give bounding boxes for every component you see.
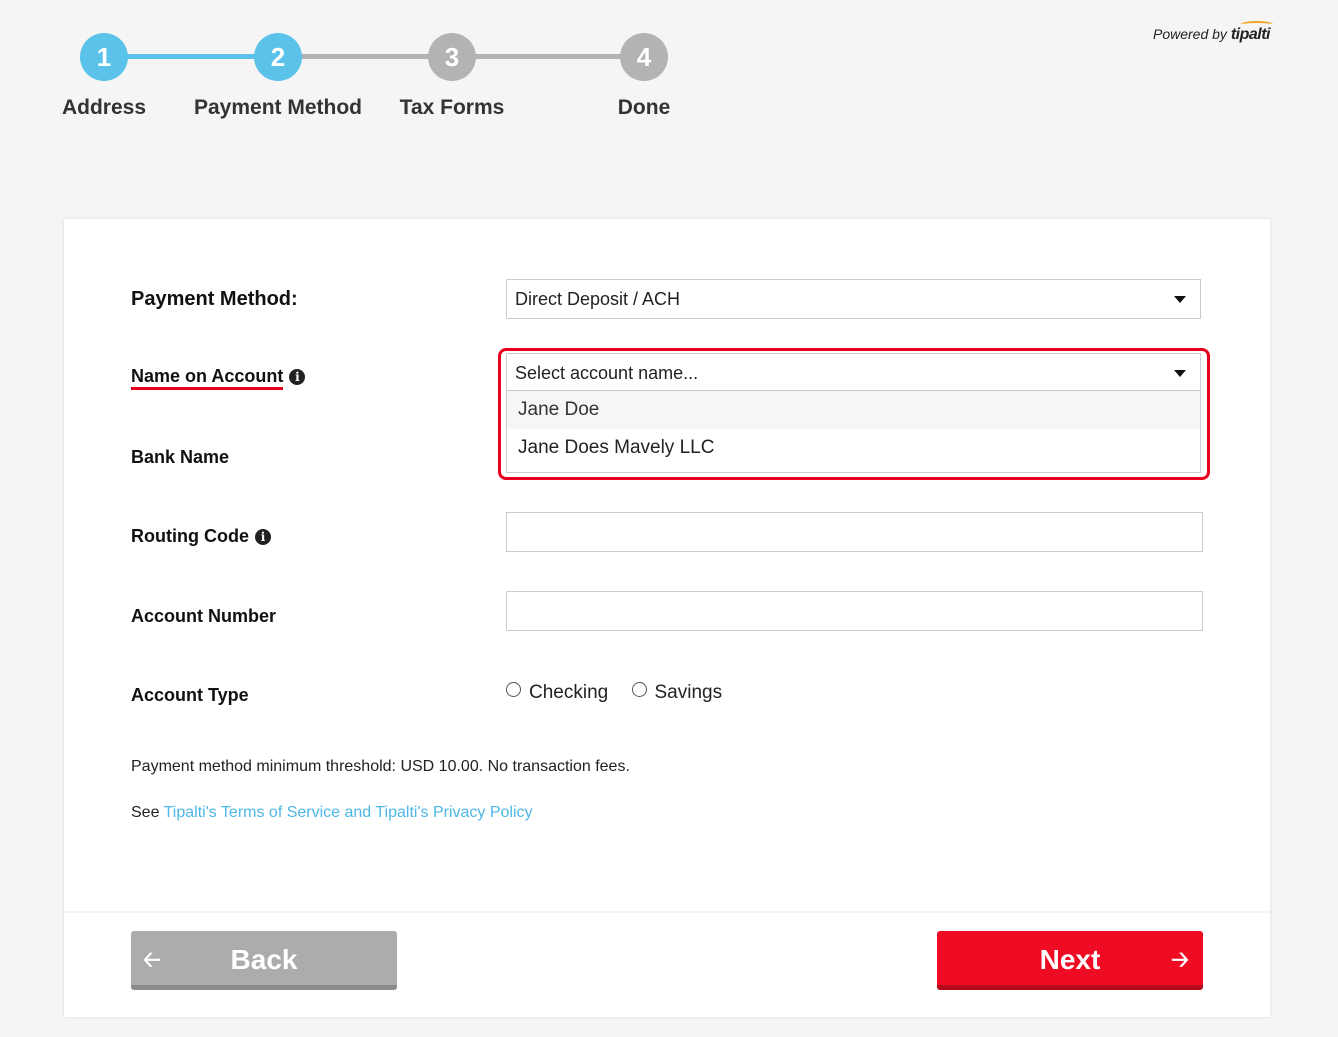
bank-name-label: Bank Name: [131, 447, 230, 467]
name-on-account-placeholder: Select account name...: [515, 363, 699, 383]
name-on-account-options: Jane Doe Jane Does Mavely LLC: [506, 391, 1201, 473]
option-jane-doe[interactable]: Jane Doe: [507, 391, 1200, 429]
payment-form-card: Payment Method: Direct Deposit / ACH Nam…: [64, 219, 1270, 1017]
radio-savings-label: Savings: [654, 682, 723, 703]
tipalti-logo: tipalti: [1230, 21, 1273, 43]
routing-code-label: Routing Code: [131, 526, 249, 546]
radio-checking[interactable]: Checking: [506, 682, 608, 704]
step-connector-2-3: [278, 54, 452, 59]
payment-method-label: Payment Method:: [131, 288, 298, 310]
step-2-circle: 2: [254, 33, 302, 81]
step-1-label: Address: [61, 96, 147, 119]
step-3-label: Tax Forms: [399, 96, 505, 119]
name-on-account-select[interactable]: Select account name...: [506, 353, 1201, 391]
terms-note: See Tipalti's Terms of Service and Tipal…: [131, 804, 533, 822]
step-4-circle: 4: [620, 33, 668, 81]
arrow-right-icon: 🡢: [1171, 947, 1189, 972]
next-button[interactable]: Next 🡢: [937, 931, 1203, 990]
terms-prefix: See: [131, 804, 160, 821]
name-on-account-label: Name on Account: [131, 366, 284, 390]
next-button-label: Next: [1039, 944, 1101, 975]
account-type-label: Account Type: [131, 685, 249, 705]
account-number-input[interactable]: [506, 591, 1203, 631]
radio-savings[interactable]: Savings: [631, 682, 723, 704]
step-2-label: Payment Method: [193, 96, 363, 119]
tipalti-logo-text: tipalti: [1230, 26, 1271, 43]
caret-down-icon: [1174, 296, 1186, 303]
threshold-note: Payment method minimum threshold: USD 10…: [131, 758, 630, 775]
powered-by-badge: Powered by tipalti: [1153, 21, 1273, 44]
radio-circle[interactable]: [506, 682, 521, 697]
info-icon[interactable]: i: [254, 529, 271, 545]
back-button[interactable]: 🡠 Back: [131, 931, 397, 990]
step-connector-1-2: [104, 54, 278, 59]
arrow-left-icon: 🡠: [143, 947, 161, 972]
step-1-circle: 1: [80, 33, 128, 81]
routing-code-label-row: Routing Code i: [131, 526, 271, 547]
account-number-label: Account Number: [131, 606, 277, 626]
caret-down-icon: [1174, 370, 1186, 377]
radio-checking-label: Checking: [529, 682, 609, 703]
name-on-account-label-row: Name on Account i: [131, 366, 306, 390]
progress-stepper: 1 2 3 4 Address Payment Method Tax Forms…: [0, 0, 800, 140]
step-4-label: Done: [617, 96, 671, 119]
back-button-label: Back: [230, 944, 298, 975]
payment-method-value: Direct Deposit / ACH: [515, 289, 681, 309]
info-icon[interactable]: i: [289, 369, 306, 385]
routing-code-input[interactable]: [506, 512, 1203, 552]
terms-privacy-link[interactable]: Tipalti's Terms of Service and Tipalti's…: [164, 804, 533, 821]
radio-circle[interactable]: [631, 682, 647, 697]
option-jane-does-mavely-llc[interactable]: Jane Does Mavely LLC: [507, 429, 1200, 467]
footer-divider: [64, 911, 1270, 913]
account-type-radios: Checking Savings: [506, 682, 740, 704]
step-connector-3-4: [452, 54, 644, 59]
powered-by-text: Powered by: [1153, 26, 1227, 42]
step-3-circle: 3: [428, 33, 476, 81]
payment-method-select[interactable]: Direct Deposit / ACH: [506, 279, 1201, 319]
